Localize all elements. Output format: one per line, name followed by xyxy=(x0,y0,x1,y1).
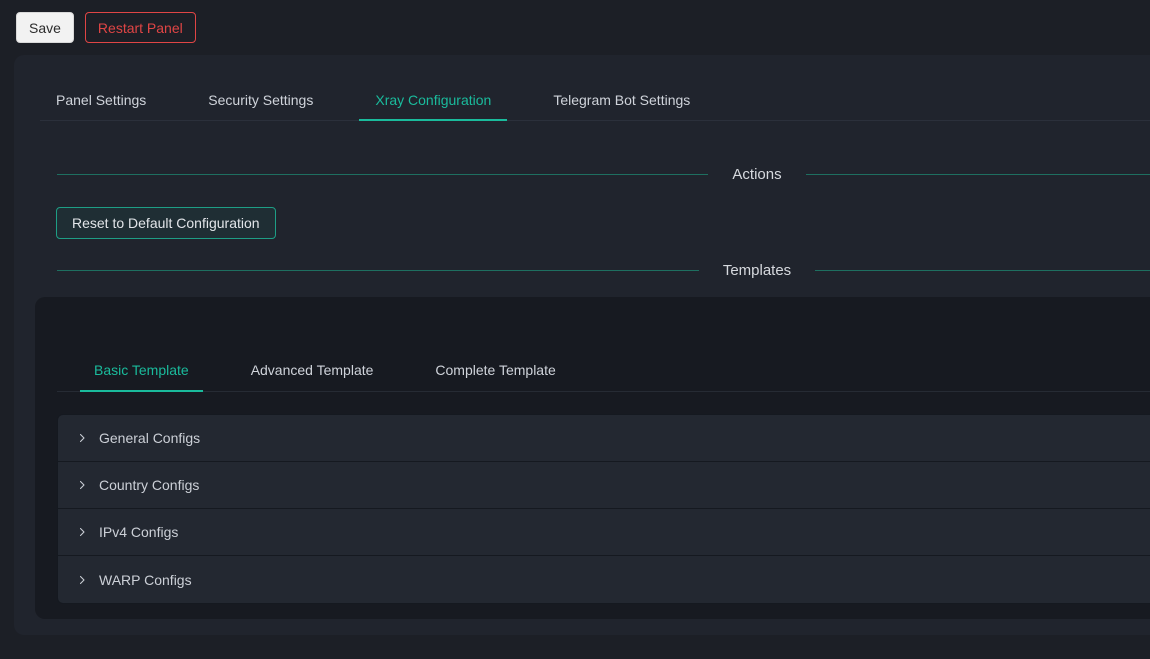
accordion-item-country-configs[interactable]: Country Configs xyxy=(58,462,1150,509)
accordion-item-warp-configs[interactable]: WARP Configs xyxy=(58,556,1150,603)
tab-xray-configuration[interactable]: Xray Configuration xyxy=(359,79,507,120)
tab-basic-template[interactable]: Basic Template xyxy=(80,349,203,391)
template-config-accordion: General Configs Country Configs IPv4 Con… xyxy=(57,414,1150,604)
main-tabbar: Panel Settings Security Settings Xray Co… xyxy=(40,79,1150,121)
divider-line xyxy=(815,270,1150,271)
divider-line xyxy=(806,174,1150,175)
tab-security-settings[interactable]: Security Settings xyxy=(192,79,329,120)
save-button[interactable]: Save xyxy=(16,12,74,43)
chevron-right-icon xyxy=(76,479,90,491)
templates-card: Basic Template Advanced Template Complet… xyxy=(35,297,1150,619)
divider-line xyxy=(57,174,708,175)
divider-line xyxy=(57,270,699,271)
tab-complete-template[interactable]: Complete Template xyxy=(421,349,569,391)
accordion-item-label: WARP Configs xyxy=(99,572,192,588)
actions-divider: Actions xyxy=(57,163,1150,185)
restart-panel-button[interactable]: Restart Panel xyxy=(85,12,196,43)
tab-advanced-template[interactable]: Advanced Template xyxy=(237,349,388,391)
chevron-right-icon xyxy=(76,574,90,586)
accordion-item-label: General Configs xyxy=(99,430,200,446)
accordion-item-general-configs[interactable]: General Configs xyxy=(58,415,1150,462)
accordion-item-label: Country Configs xyxy=(99,477,199,493)
actions-divider-label: Actions xyxy=(708,166,805,183)
chevron-right-icon xyxy=(76,432,90,444)
settings-card: Panel Settings Security Settings Xray Co… xyxy=(14,55,1150,635)
topbar: Save Restart Panel xyxy=(0,0,1150,43)
templates-divider: Templates xyxy=(57,259,1150,281)
accordion-item-label: IPv4 Configs xyxy=(99,524,178,540)
templates-divider-label: Templates xyxy=(699,262,815,279)
reset-default-configuration-button[interactable]: Reset to Default Configuration xyxy=(56,207,276,239)
tab-panel-settings[interactable]: Panel Settings xyxy=(40,79,162,120)
template-tabbar: Basic Template Advanced Template Complet… xyxy=(57,349,1150,392)
chevron-right-icon xyxy=(76,526,90,538)
tab-telegram-bot-settings[interactable]: Telegram Bot Settings xyxy=(537,79,706,120)
accordion-item-ipv4-configs[interactable]: IPv4 Configs xyxy=(58,509,1150,556)
